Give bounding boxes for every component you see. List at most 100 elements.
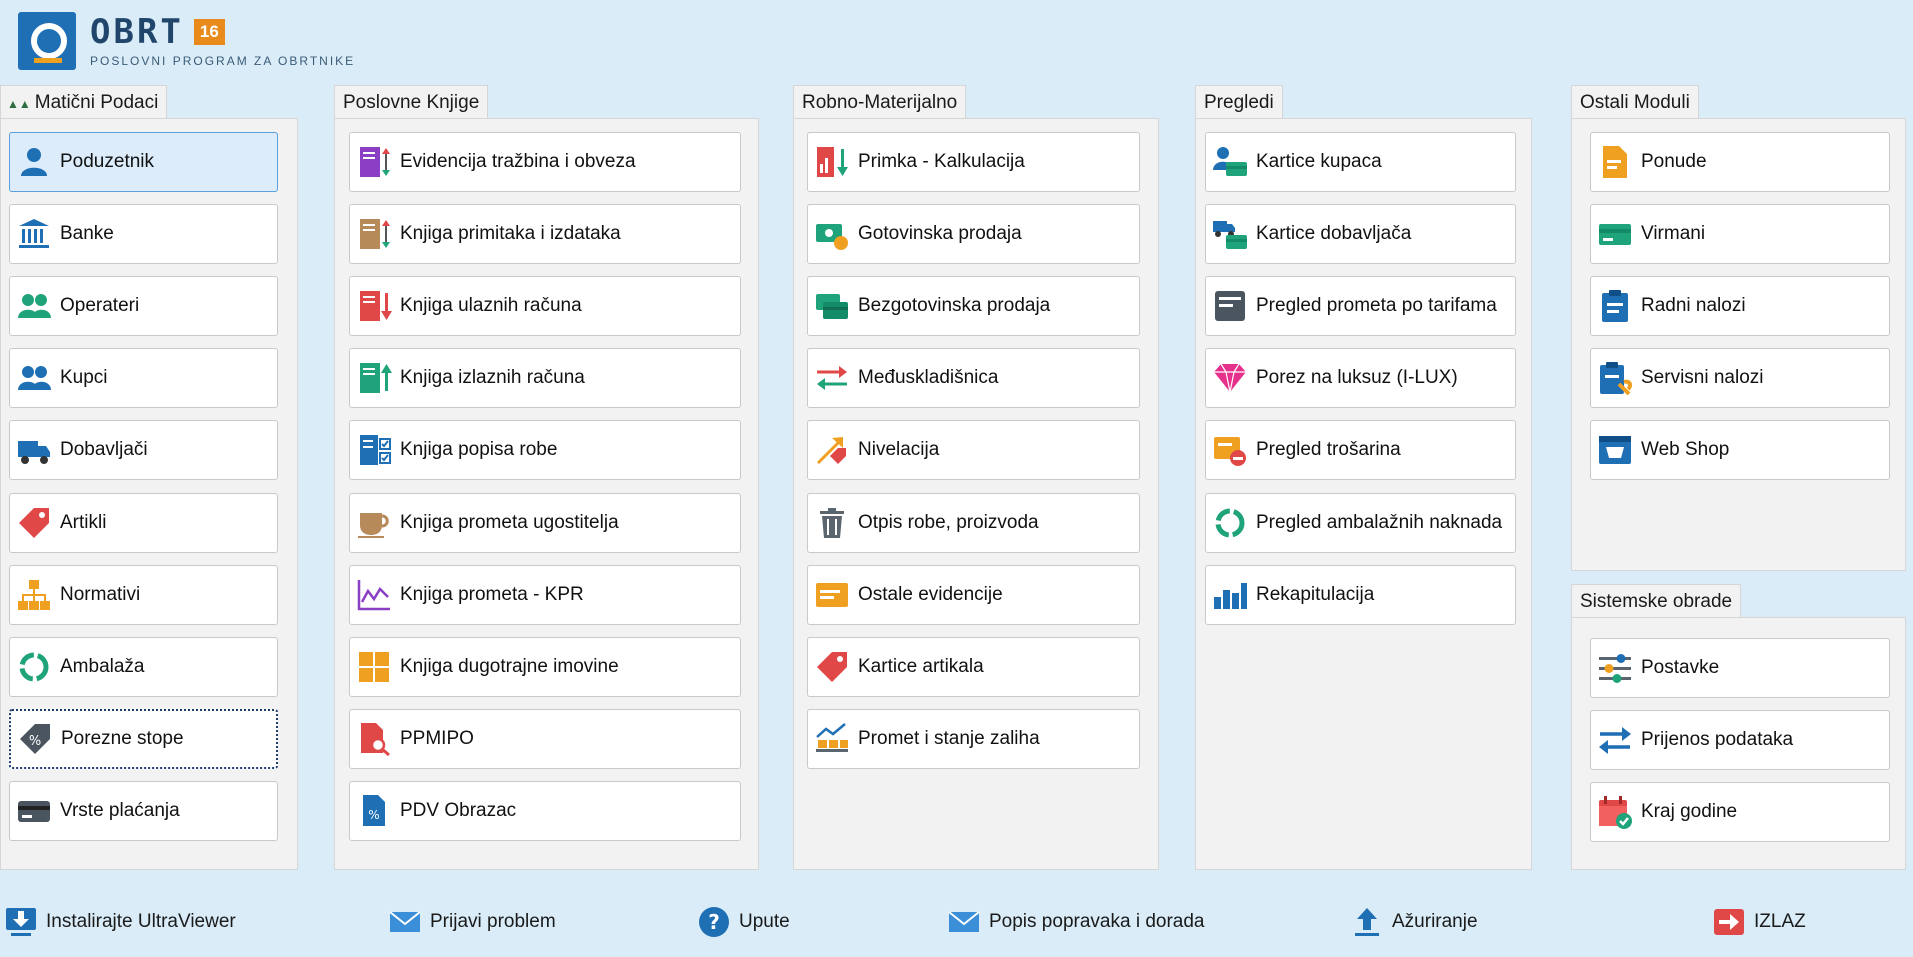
checklist-icon (354, 430, 394, 470)
recycle-icon (1210, 503, 1250, 543)
book-updown-icon (354, 142, 394, 182)
btn-ambalaza[interactable]: Ambalaža (9, 637, 278, 697)
btn-postavke[interactable]: Postavke (1590, 638, 1890, 698)
bottom-azuriranje[interactable]: Ažuriranje (1350, 900, 1478, 944)
browser-cart-icon (1595, 430, 1635, 470)
calendar-check-icon (1595, 792, 1635, 832)
mail-icon (388, 905, 422, 939)
svg-text:?: ? (708, 910, 720, 934)
svg-text:%: % (368, 808, 379, 822)
bottom-ultraviewer[interactable]: Instalirajte UltraViewer (4, 900, 236, 944)
register-icon (1210, 286, 1250, 326)
tag-icon (14, 503, 54, 543)
btn-virmani[interactable]: Virmani (1590, 204, 1890, 264)
btn-banke[interactable]: Banke (9, 204, 278, 264)
btn-gotovinska-prodaja[interactable]: Gotovinska prodaja (807, 204, 1140, 264)
btn-prijenos-podataka[interactable]: Prijenos podataka (1590, 710, 1890, 770)
tab-sistemske-obrade[interactable]: Sistemske obrade (1571, 584, 1742, 618)
btn-knjiga-ulaznih[interactable]: Knjiga ulaznih računa (349, 276, 741, 336)
btn-primka-kalkulacija[interactable]: Primka - Kalkulacija (807, 132, 1140, 192)
btn-knjiga-popisa[interactable]: Knjiga popisa robe (349, 420, 741, 480)
btn-porezne-stope[interactable]: % Porezne stope (9, 709, 278, 769)
btn-knjiga-primitaka[interactable]: Knjiga primitaka i izdataka (349, 204, 741, 264)
btn-nivelacija[interactable]: Nivelacija (807, 420, 1140, 480)
credit-card-icon (14, 791, 54, 831)
price-up-icon (812, 430, 852, 470)
btn-ppmipo[interactable]: PPMIPO (349, 709, 741, 769)
tab-poslovne-knjige[interactable]: Poslovne Knjige (334, 85, 489, 119)
btn-promet-stanje-zaliha[interactable]: Promet i stanje zaliha (807, 709, 1140, 769)
customer-card-icon (1210, 142, 1250, 182)
btn-knjiga-izlaznih[interactable]: Knjiga izlaznih računa (349, 348, 741, 408)
btn-evidencija-trazbina[interactable]: Evidencija tražbina i obveza (349, 132, 741, 192)
bar-chart-icon (1210, 575, 1250, 615)
btn-pregled-ambalaznih[interactable]: Pregled ambalažnih naknada (1205, 493, 1516, 553)
bottom-popis-popravaka[interactable]: Popis popravaka i dorada (947, 900, 1204, 944)
person-icon (14, 142, 54, 182)
tab-ostali-moduli[interactable]: Ostali Moduli (1571, 85, 1699, 119)
svg-text:%: % (29, 734, 41, 749)
truck-icon (14, 430, 54, 470)
btn-pregled-trosarina[interactable]: Pregled trošarina (1205, 420, 1516, 480)
btn-kartice-kupaca[interactable]: Kartice kupaca (1205, 132, 1516, 192)
help-icon: ? (697, 905, 731, 939)
app-subtitle: POSLOVNI PROGRAM ZA OBRTNIKE (90, 54, 356, 68)
panel-maticni-podaci: ▲▲ Matični Podaci Poduzetnik Banke Operat… (0, 85, 298, 870)
btn-artikli[interactable]: Artikli (9, 493, 278, 553)
btn-servisni-nalozi[interactable]: Servisni nalozi (1590, 348, 1890, 408)
btn-kartice-dobavljaca[interactable]: Kartice dobavljača (1205, 204, 1516, 264)
btn-pregled-prometa-tarife[interactable]: Pregled prometa po tarifama (1205, 276, 1516, 336)
btn-meduskladisnica[interactable]: Međuskladišnica (807, 348, 1140, 408)
supplier-card-icon (1210, 214, 1250, 254)
btn-knjiga-kpr[interactable]: Knjiga prometa - KPR (349, 565, 741, 625)
group-icon: ▲▲ (7, 97, 31, 111)
swap-arrows-icon (1595, 720, 1635, 760)
bottom-upute[interactable]: ? Upute (697, 900, 790, 944)
btn-porez-luksuz[interactable]: Porez na luksuz (I-LUX) (1205, 348, 1516, 408)
exit-icon (1712, 905, 1746, 939)
upload-icon (1350, 905, 1384, 939)
coffee-cup-icon (354, 503, 394, 543)
tag-icon (812, 647, 852, 687)
book-up-icon (354, 358, 394, 398)
btn-vrste-placanja[interactable]: Vrste plaćanja (9, 781, 278, 841)
hierarchy-icon (14, 575, 54, 615)
btn-knjiga-ugostitelja[interactable]: Knjiga prometa ugostitelja (349, 493, 741, 553)
line-chart-icon (354, 575, 394, 615)
btn-dobavljaci[interactable]: Dobavljači (9, 420, 278, 480)
btn-rekapitulacija[interactable]: Rekapitulacija (1205, 565, 1516, 625)
document-search-icon (354, 719, 394, 759)
download-icon (4, 905, 38, 939)
grid-icon (354, 647, 394, 687)
btn-bezgotovinska-prodaja[interactable]: Bezgotovinska prodaja (807, 276, 1140, 336)
btn-pdv-obrazac[interactable]: % PDV Obrazac (349, 781, 741, 841)
clipboard-icon (1595, 286, 1635, 326)
folder-list-icon (812, 575, 852, 615)
btn-kartice-artikala[interactable]: Kartice artikala (807, 637, 1140, 697)
panel-ostali-moduli: Ostali Moduli Ponude Virmani Radni naloz… (1571, 85, 1906, 571)
tab-robno-materijalno[interactable]: Robno-Materijalno (793, 85, 967, 119)
cash-icon (812, 214, 852, 254)
btn-radni-nalozi[interactable]: Radni nalozi (1590, 276, 1890, 336)
app-name: OBRT (90, 12, 184, 52)
btn-knjiga-imovine[interactable]: Knjiga dugotrajne imovine (349, 637, 741, 697)
bottom-prijavi-problem[interactable]: Prijavi problem (388, 900, 556, 944)
recycle-icon (14, 647, 54, 687)
cards-icon (812, 286, 852, 326)
btn-normativi[interactable]: Normativi (9, 565, 278, 625)
bottom-izlaz[interactable]: IZLAZ (1712, 900, 1806, 944)
service-clipboard-icon (1595, 358, 1635, 398)
panel-pregledi: Pregledi Kartice kupaca Kartice dobavlja… (1195, 85, 1532, 870)
btn-kupci[interactable]: Kupci (9, 348, 278, 408)
btn-ponude[interactable]: Ponude (1590, 132, 1890, 192)
transfer-arrows-icon (812, 358, 852, 398)
btn-operateri[interactable]: Operateri (9, 276, 278, 336)
panel-robno-materijalno: Robno-Materijalno Primka - Kalkulacija G… (793, 85, 1159, 870)
btn-otpis-robe[interactable]: Otpis robe, proizvoda (807, 493, 1140, 553)
tab-maticni-podaci[interactable]: ▲▲ Matični Podaci (0, 85, 168, 119)
btn-poduzetnik[interactable]: Poduzetnik (9, 132, 278, 192)
tab-pregledi[interactable]: Pregledi (1195, 85, 1283, 119)
btn-web-shop[interactable]: Web Shop (1590, 420, 1890, 480)
btn-ostale-evidencije[interactable]: Ostale evidencije (807, 565, 1140, 625)
btn-kraj-godine[interactable]: Kraj godine (1590, 782, 1890, 842)
